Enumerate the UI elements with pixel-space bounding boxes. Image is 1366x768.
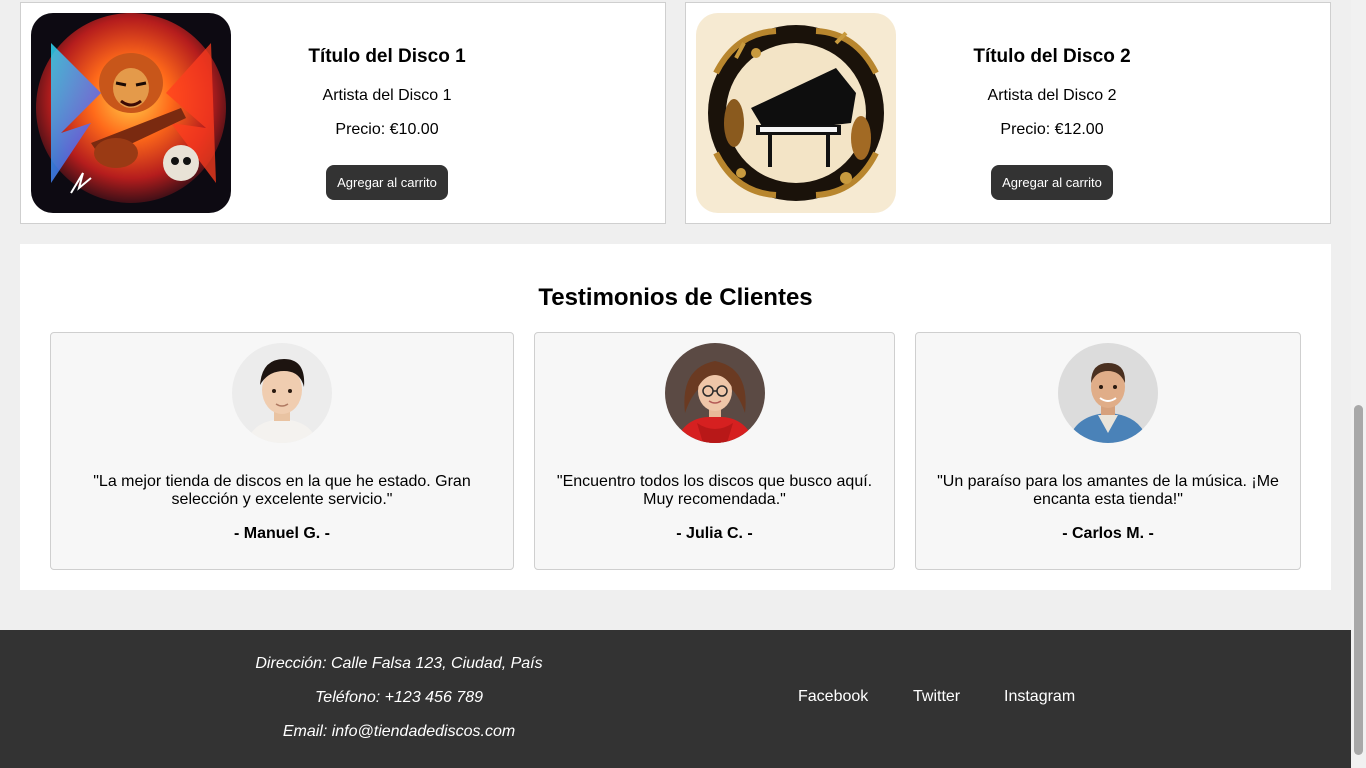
site-footer: Dirección: Calle Falsa 123, Ciudad, País… — [0, 630, 1351, 768]
product-price: Precio: €10.00 — [335, 121, 439, 138]
product-title: Título del Disco 1 — [308, 46, 466, 67]
testimonial-quote: "Encuentro todos los discos que busco aq… — [556, 473, 873, 508]
facebook-link[interactable]: Facebook — [798, 688, 868, 706]
testimonial-author: - Julia C. - — [676, 525, 753, 542]
testimonial-card: "Un paraíso para los amantes de la músic… — [915, 332, 1301, 570]
product-artist: Artista del Disco 1 — [322, 87, 452, 104]
avatar — [664, 343, 765, 443]
scrollbar-thumb[interactable] — [1354, 405, 1363, 755]
testimonial-quote: "Un paraíso para los amantes de la músic… — [937, 473, 1279, 508]
album-cover-image[interactable] — [696, 13, 896, 213]
product-card: Título del Disco 2 Artista del Disco 2 P… — [685, 2, 1331, 224]
testimonial-card: "La mejor tienda de discos en la que he … — [50, 332, 514, 570]
album-cover-image[interactable] — [31, 13, 231, 213]
contact-info: Dirección: Calle Falsa 123, Ciudad, País… — [200, 654, 598, 756]
contact-email: Email: info@tiendadediscos.com — [282, 723, 516, 740]
avatar — [1058, 343, 1158, 443]
testimonials-section: Testimonios de Clientes "La mejor tienda… — [20, 244, 1331, 590]
testimonials-heading: Testimonios de Clientes — [538, 284, 813, 311]
testimonial-quote: "La mejor tienda de discos en la que he … — [93, 473, 471, 508]
product-artist: Artista del Disco 2 — [987, 87, 1117, 104]
twitter-link[interactable]: Twitter — [913, 688, 960, 706]
add-to-cart-button[interactable]: Agregar al carrito — [991, 165, 1113, 200]
testimonial-author: - Carlos M. - — [1062, 525, 1154, 542]
add-to-cart-button[interactable]: Agregar al carrito — [326, 165, 448, 200]
contact-phone: Teléfono: +123 456 789 — [314, 689, 483, 706]
testimonial-card: "Encuentro todos los discos que busco aq… — [534, 332, 895, 570]
instagram-link[interactable]: Instagram — [1004, 688, 1075, 706]
testimonial-author: - Manuel G. - — [234, 525, 330, 542]
product-title: Título del Disco 2 — [973, 46, 1131, 67]
product-price: Precio: €12.00 — [1000, 121, 1104, 138]
contact-address: Dirección: Calle Falsa 123, Ciudad, País — [255, 655, 543, 672]
product-card: Título del Disco 1 Artista del Disco 1 P… — [20, 2, 666, 224]
page-scrollbar[interactable] — [1351, 0, 1366, 768]
avatar — [232, 343, 332, 443]
